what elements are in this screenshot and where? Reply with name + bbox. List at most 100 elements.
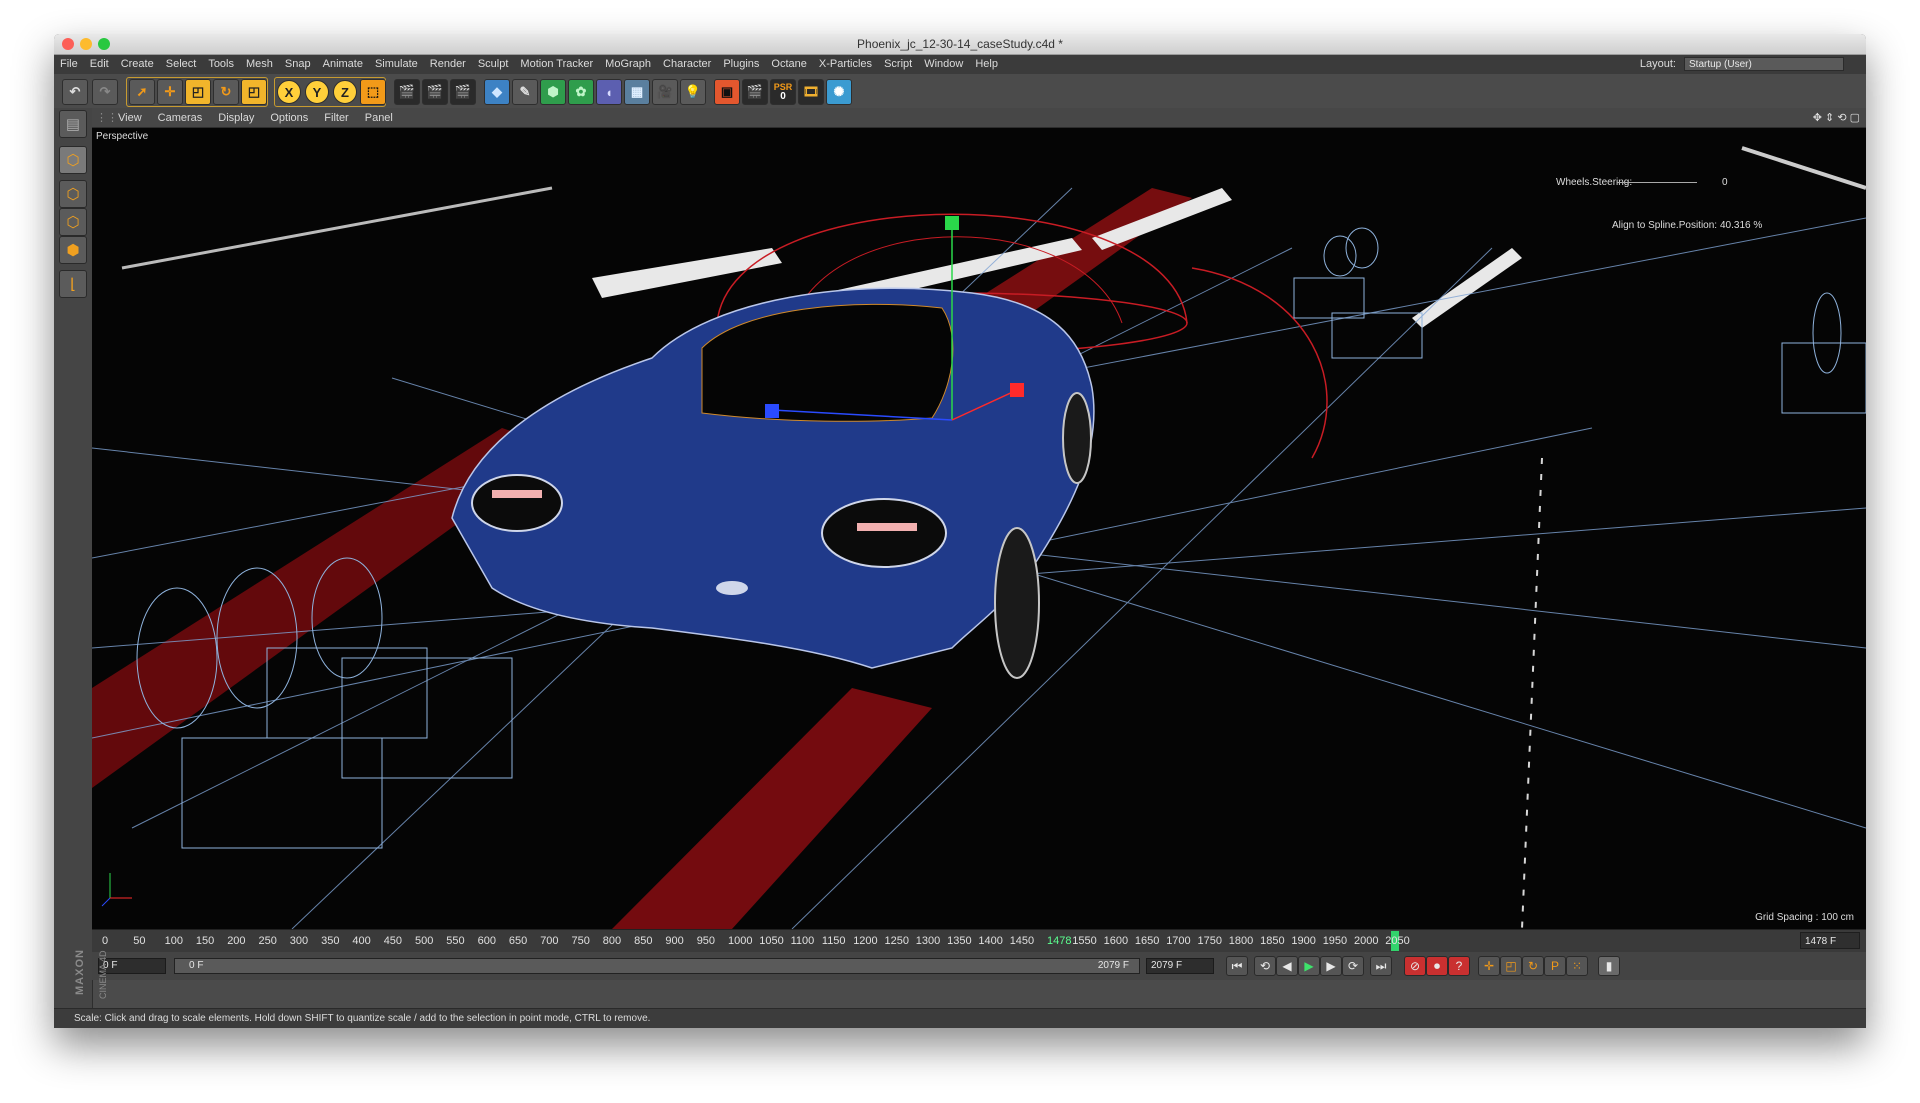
octane-live-viewer-button[interactable]: ▣ <box>714 79 740 105</box>
autokeying-button[interactable]: ⏺ <box>1426 956 1448 976</box>
move-tool-button[interactable]: ✛ <box>157 79 183 105</box>
polygons-mode-button[interactable]: ⬢ <box>59 236 87 264</box>
layout-select[interactable]: Startup (User) <box>1684 57 1844 71</box>
menu-simulate[interactable]: Simulate <box>369 55 424 74</box>
add-array-button[interactable]: ✿ <box>568 79 594 105</box>
menu-mograph[interactable]: MoGraph <box>599 55 657 74</box>
hud-wheels-steering-slider[interactable] <box>1617 182 1697 183</box>
menu-animate[interactable]: Animate <box>317 55 369 74</box>
menu-plugins[interactable]: Plugins <box>717 55 765 74</box>
model-mode-button[interactable]: ⬡ <box>59 146 87 174</box>
keyframe-selection-button[interactable]: ? <box>1448 956 1470 976</box>
cinema4d-wordmark: CINEMA 4D <box>98 950 108 999</box>
y-axis-lock-button[interactable]: Y <box>305 80 329 104</box>
x-particles-icon: ✺ <box>833 84 845 99</box>
add-subdivision-button[interactable]: ⬢ <box>540 79 566 105</box>
gizmo-x-handle[interactable] <box>1010 383 1024 397</box>
timeline-tick-label: 150 <box>195 935 215 947</box>
add-cube-button[interactable]: ◆ <box>484 79 510 105</box>
add-floor-button[interactable]: ▦ <box>624 79 650 105</box>
live-selection-button[interactable]: ➚ <box>129 79 155 105</box>
viewport-menu-panel[interactable]: Panel <box>357 112 401 124</box>
previous-frame-button[interactable]: ◀ <box>1276 956 1298 976</box>
timeline-tick-label: 700 <box>540 935 559 947</box>
gizmo-z-handle[interactable] <box>765 404 779 418</box>
record-scale-button[interactable]: ◰ <box>1500 956 1522 976</box>
menu-window[interactable]: Window <box>918 55 969 74</box>
next-frame-button[interactable]: ▶ <box>1320 956 1342 976</box>
3d-viewport[interactable]: Perspective Wheels.Steering: 0 Align to … <box>92 128 1866 929</box>
record-parameter-button[interactable]: P <box>1544 956 1566 976</box>
menu-sculpt[interactable]: Sculpt <box>472 55 515 74</box>
x-axis-lock-button[interactable]: X <box>277 80 301 104</box>
play-forward-button[interactable]: ▶ <box>1298 956 1320 976</box>
timeline-ruler[interactable]: 1478 F 0 50 100 150 200 250 300 350 400 450 500 550… <box>92 929 1866 952</box>
go-to-start-button[interactable]: ⏮ <box>1226 956 1248 976</box>
start-frame-field[interactable]: 0 F <box>98 958 166 974</box>
undo-button[interactable]: ↶ <box>62 79 88 105</box>
hud-align-spline-value[interactable]: 40.316 % <box>1720 220 1762 231</box>
render-view-button[interactable]: 🎬 <box>394 79 420 105</box>
edges-mode-button[interactable]: ⬡ <box>59 208 87 236</box>
clapper-icon: 🎬 <box>426 84 444 99</box>
viewport-menu-options[interactable]: Options <box>262 112 316 124</box>
menu-file[interactable]: File <box>54 55 84 74</box>
menu-select[interactable]: Select <box>160 55 203 74</box>
zoom-window-button[interactable] <box>98 38 110 50</box>
menu-motion-tracker[interactable]: Motion Tracker <box>514 55 599 74</box>
go-to-end-button[interactable]: ⏭ <box>1370 956 1392 976</box>
psr-button[interactable]: PSR 0 <box>770 79 796 105</box>
menu-snap[interactable]: Snap <box>279 55 317 74</box>
previous-key-button[interactable]: ⟲ <box>1254 956 1276 976</box>
scheme-menu-button[interactable]: ▮ <box>1598 956 1620 976</box>
record-position-button[interactable]: ✛ <box>1478 956 1500 976</box>
add-camera-button[interactable]: 🎥 <box>652 79 678 105</box>
gizmo-y-handle[interactable] <box>945 216 959 230</box>
close-window-button[interactable] <box>62 38 74 50</box>
add-light-button[interactable]: 💡 <box>680 79 706 105</box>
x-particles-button[interactable]: ✺ <box>826 79 852 105</box>
redo-button[interactable]: ↷ <box>92 79 118 105</box>
menu-create[interactable]: Create <box>115 55 160 74</box>
viewport-menu-filter[interactable]: Filter <box>316 112 356 124</box>
frame-range-slider[interactable]: 0 F 2079 F <box>174 958 1140 974</box>
hud-wheels-steering-value[interactable]: 0 <box>1722 177 1728 188</box>
menu-help[interactable]: Help <box>969 55 1004 74</box>
timeline-current-frame-field[interactable]: 1478 F <box>1800 932 1860 949</box>
minimize-window-button[interactable] <box>80 38 92 50</box>
coordinate-system-button[interactable]: ⬚ <box>360 79 386 105</box>
rotate-tool-button[interactable]: ↻ <box>213 79 239 105</box>
menu-render[interactable]: Render <box>424 55 472 74</box>
record-point-level-button[interactable]: ⁙ <box>1566 956 1588 976</box>
menu-octane[interactable]: Octane <box>765 55 812 74</box>
menu-tools[interactable]: Tools <box>202 55 240 74</box>
recent-tool-button[interactable]: ◰ <box>241 79 267 105</box>
menu-x-particles[interactable]: X-Particles <box>813 55 878 74</box>
menu-edit[interactable]: Edit <box>84 55 115 74</box>
coordinate-system-icon: ⬚ <box>366 84 380 99</box>
menu-character[interactable]: Character <box>657 55 717 74</box>
end-frame-field[interactable]: 2079 F <box>1146 958 1214 974</box>
edit-render-settings-button[interactable]: 🎬 <box>450 79 476 105</box>
menu-mesh[interactable]: Mesh <box>240 55 279 74</box>
viewport-menu-view[interactable]: View <box>110 112 150 124</box>
add-deformer-button[interactable]: ◖ <box>596 79 622 105</box>
scale-tool-button[interactable]: ◰ <box>185 79 211 105</box>
make-editable-button[interactable]: ▤ <box>59 110 87 138</box>
previous-key-icon: ⟲ <box>1259 959 1271 973</box>
viewport-menu-display[interactable]: Display <box>210 112 262 124</box>
points-mode-button[interactable]: ⬡ <box>59 180 87 208</box>
viewport-nav-icons[interactable]: ✥ ⇕ ⟲ ▢ <box>1813 111 1860 124</box>
menu-script[interactable]: Script <box>878 55 918 74</box>
record-rotation-button[interactable]: ↻ <box>1522 956 1544 976</box>
timeline-editor-button[interactable]: 🎞 <box>798 79 824 105</box>
octane-render-button[interactable]: 🎬 <box>742 79 768 105</box>
add-spline-button[interactable]: ✎ <box>512 79 538 105</box>
hud-align-spline-label[interactable]: Align to Spline.Position: <box>1612 220 1717 231</box>
z-axis-lock-button[interactable]: Z <box>333 80 357 104</box>
viewport-menu-cameras[interactable]: Cameras <box>150 112 211 124</box>
next-key-button[interactable]: ⟳ <box>1342 956 1364 976</box>
axis-mode-button[interactable]: ⌊ <box>59 270 87 298</box>
record-keys-button[interactable]: ⊘ <box>1404 956 1426 976</box>
render-picture-viewer-button[interactable]: 🎬 <box>422 79 448 105</box>
